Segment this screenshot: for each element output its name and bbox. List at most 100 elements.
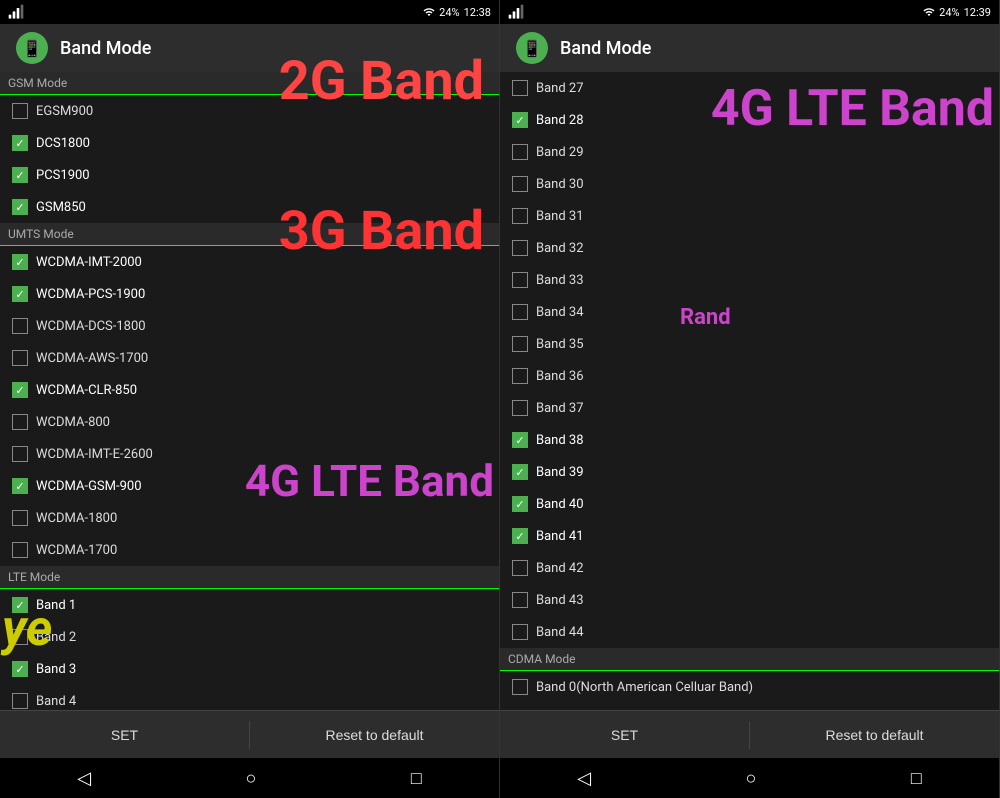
home-icon[interactable]: ○ xyxy=(246,768,257,789)
band34-checkbox[interactable] xyxy=(512,304,528,320)
egsm900-label: EGSM900 xyxy=(36,104,93,119)
umts-section-header: UMTS Mode xyxy=(0,223,499,246)
band-item[interactable]: WCDMA-IMT-2000 xyxy=(0,246,499,278)
cdma-band0-checkbox[interactable] xyxy=(512,679,528,695)
recents-icon[interactable]: □ xyxy=(411,768,422,789)
band-item[interactable]: WCDMA-800 xyxy=(0,406,499,438)
band-item[interactable]: Band 34 xyxy=(500,296,999,328)
band-item[interactable]: Band 41 xyxy=(500,520,999,552)
band39-checkbox[interactable] xyxy=(512,464,528,480)
band30-checkbox[interactable] xyxy=(512,176,528,192)
band-item[interactable]: Band 31 xyxy=(500,200,999,232)
wcdma-aws-1700-checkbox[interactable] xyxy=(12,350,28,366)
band43-checkbox[interactable] xyxy=(512,592,528,608)
band-item[interactable]: Band 4 xyxy=(0,685,499,710)
wcdma-1700-checkbox[interactable] xyxy=(12,542,28,558)
wcdma-1800-checkbox[interactable] xyxy=(12,510,28,526)
band-item[interactable]: WCDMA-IMT-E-2600 xyxy=(0,438,499,470)
band-item[interactable]: Band 37 xyxy=(500,392,999,424)
band-item[interactable]: DCS1800 xyxy=(0,127,499,159)
left-content: GSM Mode EGSM900 DCS1800 PCS1900 GSM850 … xyxy=(0,72,499,710)
egsm900-checkbox[interactable] xyxy=(12,103,28,119)
band35-checkbox[interactable] xyxy=(512,336,528,352)
band31-checkbox[interactable] xyxy=(512,208,528,224)
wcdma-imt-2000-checkbox[interactable] xyxy=(12,254,28,270)
band-item[interactable]: Band 35 xyxy=(500,328,999,360)
gsm-section-header: GSM Mode xyxy=(0,72,499,95)
band29-checkbox[interactable] xyxy=(512,144,528,160)
band-item[interactable]: WCDMA-1700 xyxy=(0,534,499,566)
band40-checkbox[interactable] xyxy=(512,496,528,512)
band-item[interactable]: Band 43 xyxy=(500,584,999,616)
band38-checkbox[interactable] xyxy=(512,432,528,448)
band-item[interactable]: Band 2 xyxy=(0,621,499,653)
band30-label: Band 30 xyxy=(536,177,584,192)
left-reset-button[interactable]: Reset to default xyxy=(250,711,499,758)
band44-checkbox[interactable] xyxy=(512,624,528,640)
wcdma-clr-850-label: WCDMA-CLR-850 xyxy=(36,383,137,398)
band-item[interactable]: Band 3 xyxy=(0,653,499,685)
dcs1800-checkbox[interactable] xyxy=(12,135,28,151)
band27-checkbox[interactable] xyxy=(512,80,528,96)
right-title: Band Mode xyxy=(560,38,651,59)
band-item[interactable]: Band 38 xyxy=(500,424,999,456)
band-item[interactable]: WCDMA-AWS-1700 xyxy=(0,342,499,374)
back-icon[interactable]: ◁ xyxy=(77,768,91,789)
right-set-button[interactable]: SET xyxy=(500,711,749,758)
right-back-icon[interactable]: ◁ xyxy=(577,768,591,789)
left-title-bar: 📱 Band Mode xyxy=(0,24,499,72)
band3-checkbox[interactable] xyxy=(12,661,28,677)
band-item[interactable]: Band 1 xyxy=(0,589,499,621)
band33-checkbox[interactable] xyxy=(512,272,528,288)
band-item[interactable]: Band 1(North American PCS band) xyxy=(500,703,999,710)
band32-checkbox[interactable] xyxy=(512,240,528,256)
wcdma-pcs-1900-checkbox[interactable] xyxy=(12,286,28,302)
wifi-icon xyxy=(423,6,435,18)
left-set-button[interactable]: SET xyxy=(0,711,249,758)
right-content: Band 27 Band 28 Band 29 Band 30 Band 31 … xyxy=(500,72,999,710)
band28-checkbox[interactable] xyxy=(512,112,528,128)
wcdma-dcs-1800-checkbox[interactable] xyxy=(12,318,28,334)
band44-label: Band 44 xyxy=(536,625,584,640)
band37-checkbox[interactable] xyxy=(512,400,528,416)
right-title-bar: 📱 Band Mode xyxy=(500,24,999,72)
band-item[interactable]: Band 0(North American Celluar Band) xyxy=(500,671,999,703)
pcs1900-checkbox[interactable] xyxy=(12,167,28,183)
band42-checkbox[interactable] xyxy=(512,560,528,576)
band-item[interactable]: Band 42 xyxy=(500,552,999,584)
band-item[interactable]: Band 33 xyxy=(500,264,999,296)
band-item[interactable]: WCDMA-GSM-900 xyxy=(0,470,499,502)
band-item[interactable]: Band 39 xyxy=(500,456,999,488)
right-nav-bar: ◁ ○ □ xyxy=(500,758,999,798)
right-recents-icon[interactable]: □ xyxy=(911,768,922,789)
band41-checkbox[interactable] xyxy=(512,528,528,544)
band-item[interactable]: PCS1900 xyxy=(0,159,499,191)
band-item[interactable]: Band 27 xyxy=(500,72,999,104)
band-item[interactable]: Band 29 xyxy=(500,136,999,168)
band-item[interactable]: EGSM900 xyxy=(0,95,499,127)
band-item[interactable]: Band 36 xyxy=(500,360,999,392)
gsm850-checkbox[interactable] xyxy=(12,199,28,215)
band1-checkbox[interactable] xyxy=(12,597,28,613)
wcdma-800-checkbox[interactable] xyxy=(12,414,28,430)
right-home-icon[interactable]: ○ xyxy=(746,768,757,789)
band-item[interactable]: Band 44 xyxy=(500,616,999,648)
band-item[interactable]: WCDMA-DCS-1800 xyxy=(0,310,499,342)
band-item[interactable]: WCDMA-1800 xyxy=(0,502,499,534)
band-item[interactable]: WCDMA-PCS-1900 xyxy=(0,278,499,310)
wcdma-gsm-900-checkbox[interactable] xyxy=(12,478,28,494)
band2-checkbox[interactable] xyxy=(12,629,28,645)
cdma-band0-label: Band 0(North American Celluar Band) xyxy=(536,680,753,695)
band-item[interactable]: WCDMA-CLR-850 xyxy=(0,374,499,406)
band-item[interactable]: Band 30 xyxy=(500,168,999,200)
band36-checkbox[interactable] xyxy=(512,368,528,384)
band-item[interactable]: Band 32 xyxy=(500,232,999,264)
right-reset-button[interactable]: Reset to default xyxy=(750,711,999,758)
wcdma-clr-850-checkbox[interactable] xyxy=(12,382,28,398)
band-item[interactable]: GSM850 xyxy=(0,191,499,223)
band-item[interactable]: Band 28 xyxy=(500,104,999,136)
wcdma-imt-e-2600-checkbox[interactable] xyxy=(12,446,28,462)
band4-checkbox[interactable] xyxy=(12,693,28,709)
right-status-icons: 24% 12:38 xyxy=(423,6,491,19)
band-item[interactable]: Band 40 xyxy=(500,488,999,520)
